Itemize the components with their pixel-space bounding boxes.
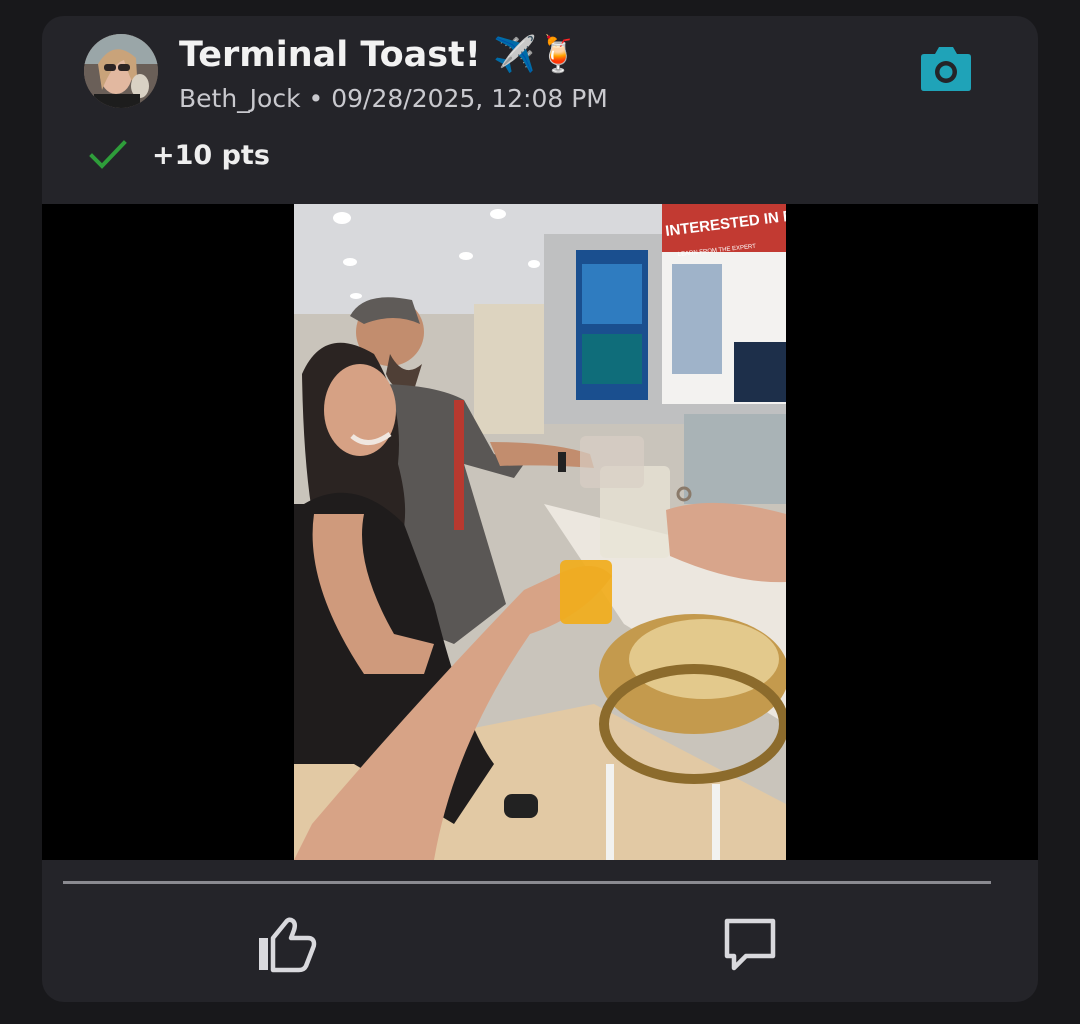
post-meta: Beth_Jock • 09/28/2025, 12:08 PM [179,84,608,113]
camera-icon[interactable] [920,44,972,92]
media-container[interactable]: INTERESTED IN BELIZ LEARN FROM THE EXPER… [42,204,1038,860]
comment-icon[interactable] [722,916,778,974]
thumbs-up-icon[interactable] [256,916,318,974]
meta-separator: • [300,84,332,113]
check-icon [88,138,128,172]
post-title: Terminal Toast! ✈️🍹 [179,35,581,75]
avatar[interactable] [84,34,158,108]
author-name[interactable]: Beth_Jock [179,84,301,113]
post-photo[interactable]: INTERESTED IN BELIZ LEARN FROM THE EXPER… [294,204,786,860]
points-earned: +10 pts [152,140,270,171]
post-timestamp: 09/28/2025, 12:08 PM [331,84,608,113]
post-card: Terminal Toast! ✈️🍹 Beth_Jock • 09/28/20… [42,16,1038,1002]
actions-divider [63,881,991,884]
